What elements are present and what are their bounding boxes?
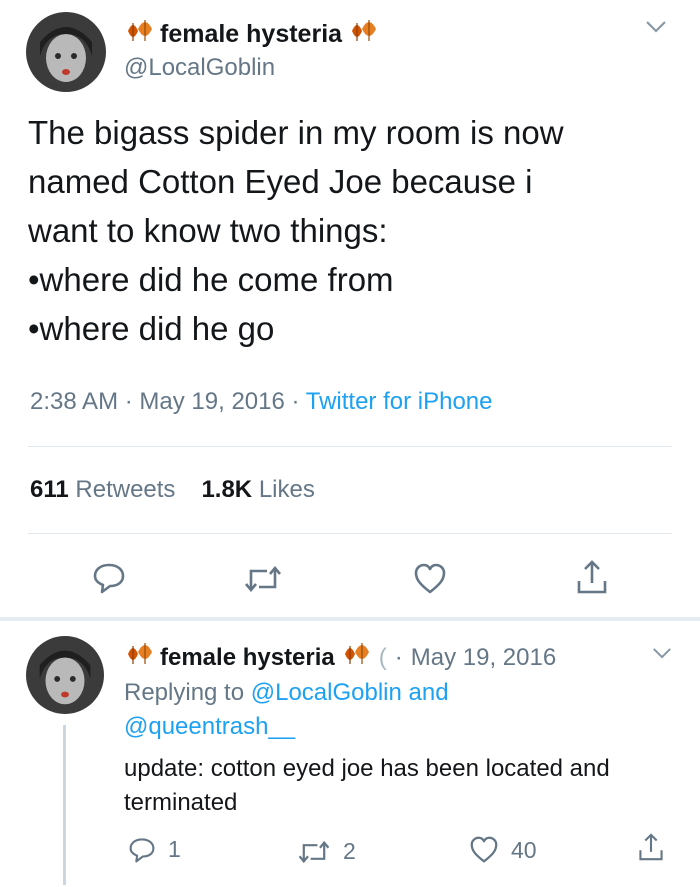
meta-separator: ·: [394, 643, 403, 671]
tweet-separator: [0, 617, 700, 621]
divider: [28, 533, 672, 534]
mention-link[interactable]: @queentrash__: [124, 713, 295, 740]
display-name: female hysteria: [160, 643, 335, 671]
like-button[interactable]: 40: [469, 836, 537, 864]
tweet-source-link[interactable]: Twitter for iPhone: [306, 388, 493, 415]
author-handle[interactable]: @LocalGoblin: [124, 54, 275, 82]
share-button[interactable]: [638, 832, 664, 862]
reply-button[interactable]: 1: [128, 836, 181, 863]
tweet-stats: 611 Retweets 1.8K Likes: [30, 476, 315, 504]
tweet-text-line: want to know two things:: [28, 212, 388, 249]
retweet-button[interactable]: 2: [297, 838, 356, 865]
replying-and: and: [408, 679, 449, 706]
reply-count: 1: [168, 836, 181, 862]
tweet-time[interactable]: 2:38 AM: [30, 388, 118, 415]
fallen-leaves-emoji: [124, 17, 154, 52]
tweet-text-line: The bigass spider in my room is now: [28, 114, 564, 151]
fallen-leaves-emoji: [348, 17, 378, 52]
tweet-text-line: •where did he go: [28, 310, 275, 347]
fallen-leaves-emoji: [341, 640, 371, 675]
chevron-down-icon[interactable]: [645, 20, 667, 39]
tweet-text: The bigass spider in my room is now name…: [28, 108, 678, 353]
retweets-stat[interactable]: 611 Retweets: [30, 476, 175, 503]
tweet-text-line: •where did he come from: [28, 261, 394, 298]
share-icon: [639, 833, 663, 861]
reply-text: update: cotton eyed joe has been located…: [124, 755, 610, 816]
avatar[interactable]: [26, 12, 106, 92]
like-button[interactable]: [413, 563, 447, 595]
likes-stat[interactable]: 1.8K Likes: [201, 476, 314, 503]
fallen-leaves-emoji: [124, 640, 154, 675]
chevron-down-icon[interactable]: [652, 647, 672, 665]
retweet-count: 2: [343, 838, 356, 864]
tweet-meta: 2:38 AM · May 19, 2016 · Twitter for iPh…: [30, 388, 493, 416]
replying-to: Replying to @LocalGoblin and @queentrash…: [124, 676, 664, 744]
meta-separator: ·: [291, 388, 300, 415]
mention-link[interactable]: @LocalGoblin: [251, 679, 402, 706]
author-name-line[interactable]: female hysteria: [124, 17, 378, 52]
replying-to-label: Replying to: [124, 679, 245, 706]
share-icon: [577, 560, 607, 594]
retweet-icon: [245, 565, 281, 593]
divider: [28, 446, 672, 447]
heart-icon: [414, 563, 446, 594]
truncated-handle: (: [378, 643, 387, 671]
reply-date[interactable]: May 19, 2016: [411, 644, 556, 672]
share-button[interactable]: [576, 559, 608, 595]
reply-bubble-icon: [129, 837, 155, 862]
tweet-date[interactable]: May 19, 2016: [139, 388, 284, 415]
retweet-button[interactable]: [243, 565, 283, 593]
display-name: female hysteria: [160, 20, 343, 48]
meta-separator: ·: [124, 388, 133, 415]
like-count: 40: [511, 836, 537, 863]
avatar[interactable]: [26, 636, 104, 714]
thread-line: [63, 725, 66, 885]
reply-button[interactable]: [92, 562, 126, 594]
tweet-text-line: named Cotton Eyed Joe because i: [28, 163, 533, 200]
reply-header[interactable]: female hysteria ( · May 19, 2016: [124, 640, 556, 675]
retweet-icon: [298, 840, 330, 863]
heart-icon: [470, 836, 498, 863]
main-tweet: female hysteria @LocalGoblin The bigass …: [0, 0, 700, 620]
reply-bubble-icon: [93, 563, 125, 594]
